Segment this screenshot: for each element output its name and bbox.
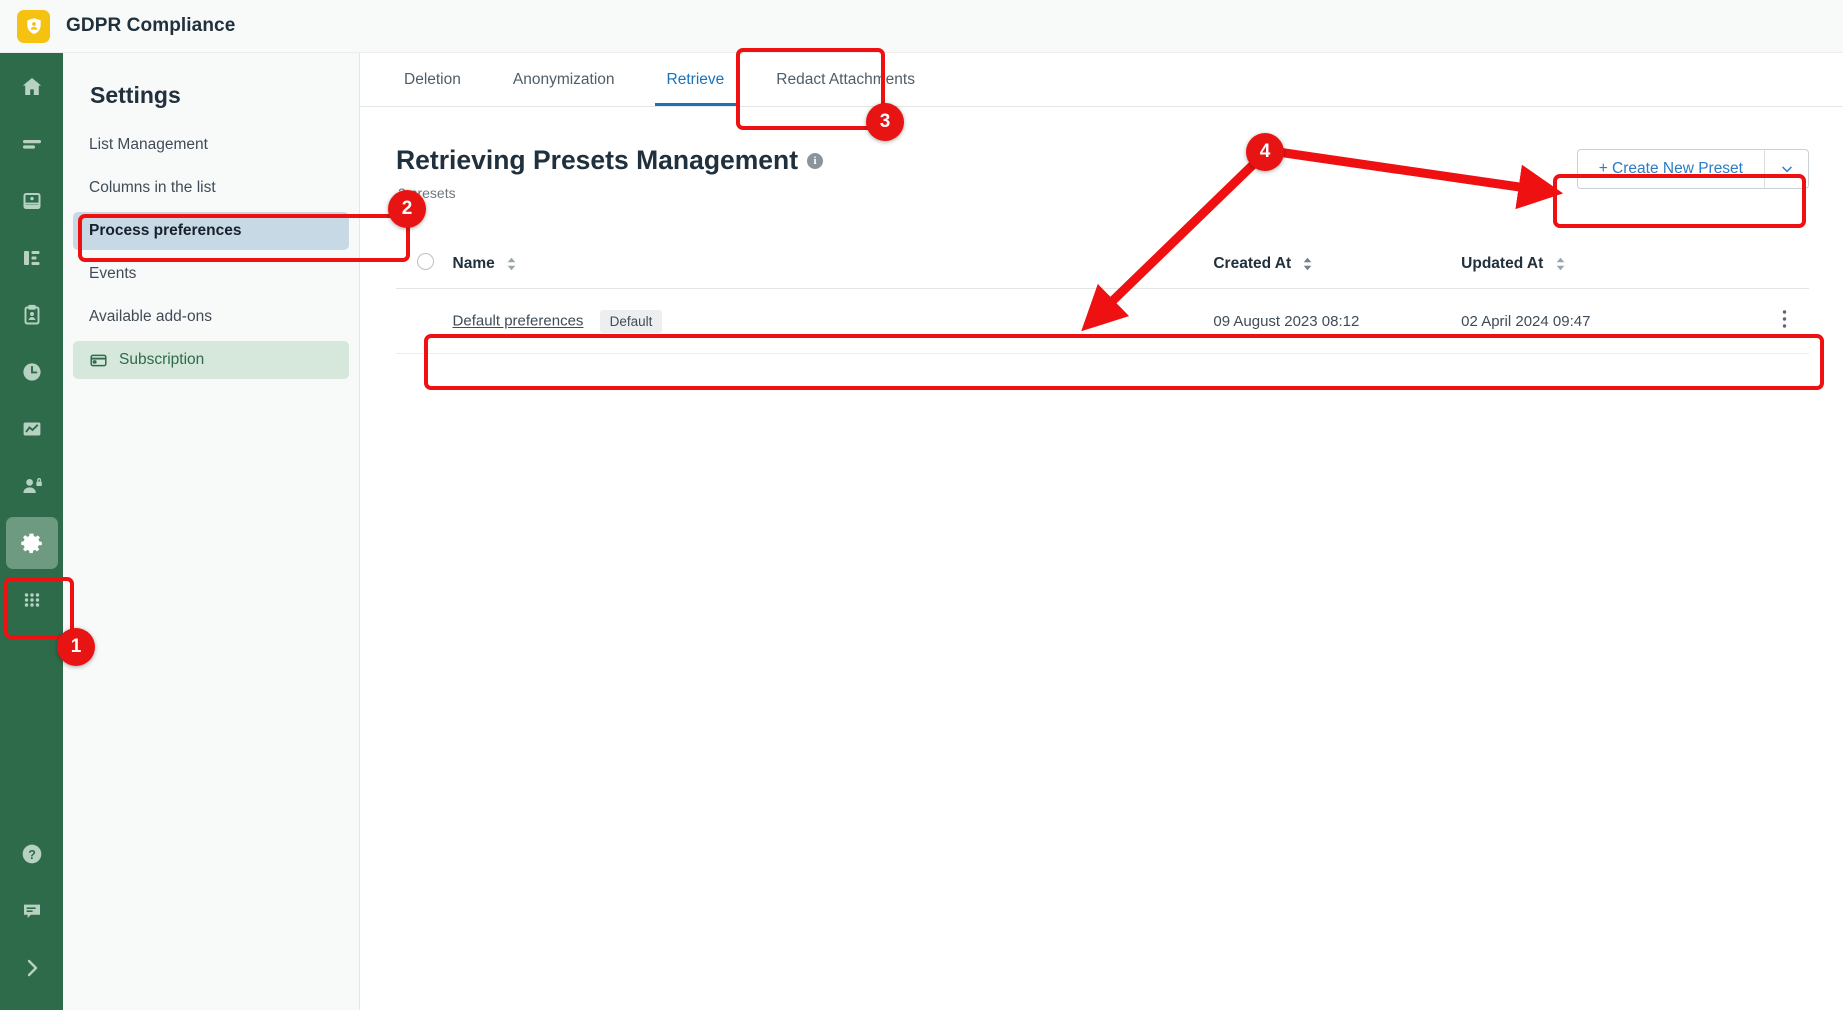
sidebar-item-list-management[interactable]: List Management (73, 126, 349, 164)
nav-label: List Management (89, 136, 208, 153)
page-title-text: Retrieving Presets Management (396, 145, 799, 175)
credit-card-icon (89, 351, 108, 370)
sort-icon-updated-at[interactable] (1555, 256, 1566, 272)
flow-icon[interactable] (6, 232, 58, 284)
home-icon[interactable] (6, 61, 58, 113)
icon-rail: ? (0, 53, 63, 1010)
tab-bar: Deletion Anonymization Retrieve Redact A… (360, 53, 1843, 107)
column-header-name[interactable]: Name (452, 243, 1214, 289)
clipboard-icon[interactable] (6, 289, 58, 341)
column-label: Updated At (1461, 255, 1544, 272)
row-name-cell: Default preferences Default (452, 288, 1214, 354)
chevron-down-icon[interactable] (1764, 150, 1808, 188)
select-all-header (396, 243, 453, 289)
column-header-created-at[interactable]: Created At (1213, 243, 1462, 289)
nav-label: Process preferences (89, 222, 242, 239)
sort-icon-created-at[interactable] (1302, 256, 1313, 272)
nav-label: Subscription (119, 351, 205, 368)
chart-icon[interactable] (6, 403, 58, 455)
feedback-icon[interactable] (6, 885, 58, 937)
tab-label: Deletion (404, 70, 461, 88)
user-lock-icon[interactable] (6, 460, 58, 512)
settings-panel: Settings List Management Columns in the … (63, 53, 360, 1010)
column-header-actions (1743, 243, 1809, 289)
sidebar-item-available-add-ons[interactable]: Available add-ons (73, 298, 349, 336)
page-header-left: Retrieving Presets Management i 2 preset… (396, 145, 824, 201)
column-header-updated-at[interactable]: Updated At (1461, 243, 1744, 289)
column-label: Name (452, 255, 495, 272)
sidebar-item-process-preferences[interactable]: Process preferences (73, 212, 349, 250)
tab-retrieve[interactable]: Retrieve (641, 53, 751, 106)
sidebar-item-subscription[interactable]: Subscription (73, 341, 349, 379)
list-icon[interactable] (6, 118, 58, 170)
tab-label: Anonymization (512, 70, 615, 88)
app-logo (17, 9, 50, 43)
gear-icon[interactable] (5, 517, 58, 569)
create-new-preset-group: + Create New Preset (1576, 149, 1809, 189)
app-root: GDPR Compliance ? Settings List Manageme… (0, 0, 1843, 1010)
settings-heading: Settings (90, 82, 181, 108)
table-header-row: Name Created At Updated At (396, 243, 1809, 289)
database-icon[interactable] (6, 175, 58, 227)
row-actions-cell (1743, 288, 1809, 354)
tab-anonymization[interactable]: Anonymization (487, 53, 641, 106)
nav-label: Available add-ons (89, 308, 212, 325)
presets-table-head: Name Created At Updated At (396, 243, 1809, 289)
content-area: Retrieving Presets Management i 2 preset… (360, 107, 1843, 354)
svg-text:?: ? (28, 848, 36, 862)
info-icon[interactable]: i (807, 152, 824, 169)
preset-count: 2 presets (398, 185, 456, 201)
nav-label: Events (89, 265, 137, 282)
expand-chevron-icon[interactable] (6, 942, 58, 994)
preset-name-link[interactable]: Default preferences (453, 312, 584, 329)
page-header-row: Retrieving Presets Management i 2 preset… (396, 145, 1809, 201)
sort-icon-name[interactable] (506, 256, 517, 272)
presets-table: Name Created At Updated At Default prefe… (396, 243, 1809, 354)
help-icon[interactable]: ? (6, 828, 58, 880)
top-bar: GDPR Compliance (0, 0, 1843, 53)
default-badge: Default (599, 309, 663, 333)
row-updated-at: 02 April 2024 09:47 (1461, 288, 1744, 354)
select-all-checkbox[interactable] (417, 253, 434, 270)
row-created-at: 09 August 2023 08:12 (1213, 288, 1462, 354)
settings-nav-list: List Management Columns in the list Proc… (63, 126, 359, 379)
tab-label: Retrieve (666, 70, 725, 88)
row-select-cell (396, 288, 453, 354)
kebab-menu-icon[interactable] (1782, 310, 1787, 334)
tab-deletion[interactable]: Deletion (378, 53, 487, 106)
tab-label: Redact Attachments (776, 70, 915, 88)
tab-redact-attachments[interactable]: Redact Attachments (750, 53, 941, 106)
table-row[interactable]: Default preferences Default 09 August 20… (396, 288, 1809, 354)
clock-icon[interactable] (6, 346, 58, 398)
create-new-preset-label: + Create New Preset (1598, 160, 1743, 177)
main-content: Deletion Anonymization Retrieve Redact A… (360, 53, 1843, 1010)
sidebar-item-events[interactable]: Events (73, 255, 349, 293)
presets-table-body: Default preferences Default 09 August 20… (396, 288, 1809, 354)
nav-label: Columns in the list (89, 179, 216, 196)
page-title: Retrieving Presets Management i (396, 145, 824, 176)
sidebar-item-columns-in-the-list[interactable]: Columns in the list (73, 169, 349, 207)
create-new-preset-button[interactable]: + Create New Preset (1578, 150, 1764, 188)
apps-grid-icon[interactable] (6, 574, 58, 626)
app-title: GDPR Compliance (66, 15, 236, 36)
column-label: Created At (1213, 255, 1292, 272)
